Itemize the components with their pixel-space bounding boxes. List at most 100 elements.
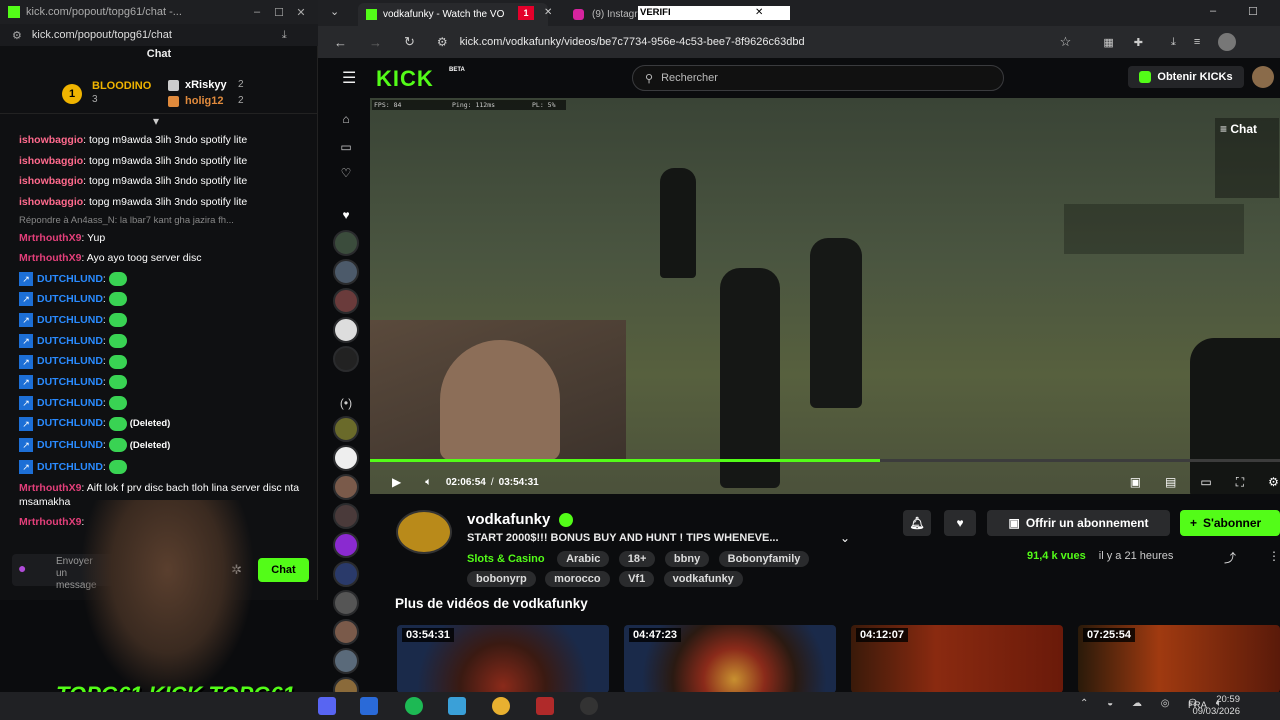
chat-username[interactable]: ishowbaggio [19, 175, 83, 187]
download-icon[interactable]: ⤓ [1171, 36, 1176, 49]
following-heart-icon[interactable]: ♡ [330, 166, 362, 180]
sidebar-channel-avatar[interactable] [333, 532, 359, 558]
chat-username[interactable]: ishowbaggio [19, 155, 83, 167]
obs-icon[interactable] [580, 697, 598, 715]
site-settings-icon[interactable]: ⚙ [12, 29, 22, 42]
video-thumbnail[interactable]: 04:12:07 [851, 625, 1063, 693]
chat-username[interactable]: DUTCHLUND [37, 314, 103, 326]
chat-username[interactable]: DUTCHLUND [37, 273, 103, 285]
tag[interactable]: vodkafunky [663, 571, 743, 587]
minimize-icon[interactable]: – [246, 6, 268, 18]
collapse-chevron-icon[interactable]: ▾ [153, 114, 159, 128]
fullscreen-icon[interactable]: ⛶ [1236, 475, 1244, 490]
expand-chevron-icon[interactable]: ⌄ [840, 531, 850, 545]
sidebar-channel-avatar[interactable] [333, 619, 359, 645]
tag[interactable]: bobonyrp [467, 571, 536, 587]
favorite-heart-button[interactable]: ♥ [944, 510, 976, 536]
theater-icon[interactable]: ▤ [1165, 475, 1176, 489]
chat-username[interactable]: DUTCHLUND [37, 335, 103, 347]
kick-logo[interactable]: KICK [376, 66, 434, 92]
sidebar-channel-avatar[interactable] [333, 590, 359, 616]
play-icon[interactable]: ▶ [392, 475, 401, 489]
sidebar-channel-avatar[interactable] [333, 561, 359, 587]
tab-list-chevron-icon[interactable]: ⌄ [330, 5, 339, 18]
get-kicks-button[interactable]: Obtenir KICKs [1128, 66, 1244, 88]
video-thumbnail[interactable]: 04:47:23 [624, 625, 836, 693]
minimize-window-icon[interactable]: – [1210, 5, 1216, 17]
chat-username[interactable]: MrtrhouthX9 [19, 252, 81, 264]
channel-avatar[interactable] [396, 510, 452, 554]
chat-username[interactable]: DUTCHLUND [37, 397, 103, 409]
chat-username[interactable]: MrtrhouthX9 [19, 482, 81, 494]
browse-icon[interactable]: ▭ [330, 140, 362, 154]
chat-send-button[interactable]: Chat [258, 558, 309, 582]
chat-username[interactable]: ishowbaggio [19, 196, 83, 208]
share-icon[interactable]: ⤴ [1224, 549, 1236, 566]
video-chat-toggle[interactable]: ≡ Chat [1220, 122, 1257, 136]
chat-username[interactable]: MrtrhouthX9 [19, 232, 81, 244]
download-icon[interactable]: ⤓ [282, 29, 287, 42]
search-input[interactable]: ⚲ Rechercher [632, 65, 1004, 91]
forward-icon[interactable]: → [369, 35, 382, 50]
app-icon[interactable] [536, 697, 554, 715]
more-options-icon[interactable]: ⋮ [1268, 549, 1280, 563]
tag[interactable]: 18+ [618, 551, 656, 567]
chrome-icon[interactable] [492, 697, 510, 715]
follow-button[interactable]: + S'abonner [1180, 510, 1280, 536]
close-tab-icon[interactable]: ✕ [544, 7, 552, 18]
media-icon[interactable]: ≡ [1194, 36, 1200, 48]
tag[interactable]: bbny [664, 551, 710, 567]
menu-hamburger-icon[interactable]: ☰ [342, 68, 356, 88]
extension-icon[interactable]: ▦ [1103, 36, 1113, 49]
puzzle-icon[interactable]: ✚ [1134, 36, 1143, 49]
popout-urlbar[interactable]: ⚙ kick.com/popout/topg61/chat ⤓ [0, 24, 318, 46]
site-info-icon[interactable]: ⚙ [437, 35, 448, 49]
chat-username[interactable]: DUTCHLUND [37, 439, 103, 451]
tag[interactable]: Vf1 [619, 571, 655, 587]
chat-username[interactable]: ishowbaggio [19, 134, 83, 146]
volume-icon[interactable]: 🔈︎ [425, 476, 432, 489]
sidebar-channel-avatar[interactable] [333, 416, 359, 442]
video-thumbnail[interactable]: 03:54:31 [397, 625, 609, 693]
sidebar-channel-avatar[interactable] [333, 346, 359, 372]
gift-subscription-button[interactable]: ▣ Offrir un abonnement [987, 510, 1170, 536]
miniplayer-icon[interactable]: ▣ [1130, 475, 1141, 489]
notifications-bell-button[interactable]: 🔔︎ [903, 510, 931, 536]
sidebar-channel-avatar[interactable] [333, 445, 359, 471]
discord-icon[interactable] [318, 697, 336, 715]
address-bar[interactable]: kick.com/vodkafunky/videos/be7c7734-956e… [460, 36, 1060, 48]
reload-icon[interactable]: ↻ [404, 34, 415, 50]
maximize-icon[interactable]: ☐ [268, 6, 290, 19]
chat-username[interactable]: MrtrhouthX9 [19, 516, 81, 528]
app-icon[interactable] [360, 697, 378, 715]
sidebar-channel-avatar[interactable] [333, 648, 359, 674]
sidebar-channel-avatar[interactable] [333, 317, 359, 343]
wide-icon[interactable]: ▭ [1200, 475, 1211, 489]
settings-gear-icon[interactable]: ⚙ [1268, 475, 1279, 489]
user-avatar[interactable] [1252, 66, 1274, 88]
bookmark-star-icon[interactable]: ☆ [1060, 34, 1072, 50]
chat-username[interactable]: DUTCHLUND [37, 376, 103, 388]
tag[interactable]: Bobonyfamily [718, 551, 810, 567]
maximize-window-icon[interactable]: ☐ [1248, 5, 1258, 18]
emote-picker-icon[interactable]: ● [18, 560, 26, 576]
home-icon[interactable]: ⌂ [330, 112, 362, 126]
channel-name[interactable]: vodkafunky [467, 511, 573, 528]
sidebar-channel-avatar[interactable] [333, 503, 359, 529]
sidebar-channel-avatar[interactable] [333, 259, 359, 285]
video-thumbnail[interactable]: 07:25:54 [1078, 625, 1280, 693]
tag[interactable]: Arabic [557, 551, 610, 567]
sidebar-channel-avatar[interactable] [333, 230, 359, 256]
back-icon[interactable]: ← [334, 35, 347, 50]
clock[interactable]: 20:59 09/03/2026 [1192, 694, 1240, 718]
chat-username[interactable]: DUTCHLUND [37, 293, 103, 305]
app-icon[interactable] [448, 697, 466, 715]
spotify-icon[interactable] [405, 697, 423, 715]
tag[interactable]: morocco [545, 571, 610, 587]
category-link[interactable]: Slots & Casino [467, 553, 545, 565]
sidebar-channel-avatar[interactable] [333, 288, 359, 314]
sidebar-channel-avatar[interactable] [333, 474, 359, 500]
chat-username[interactable]: DUTCHLUND [37, 355, 103, 367]
chat-username[interactable]: DUTCHLUND [37, 461, 103, 473]
profile-avatar[interactable] [1218, 33, 1237, 51]
